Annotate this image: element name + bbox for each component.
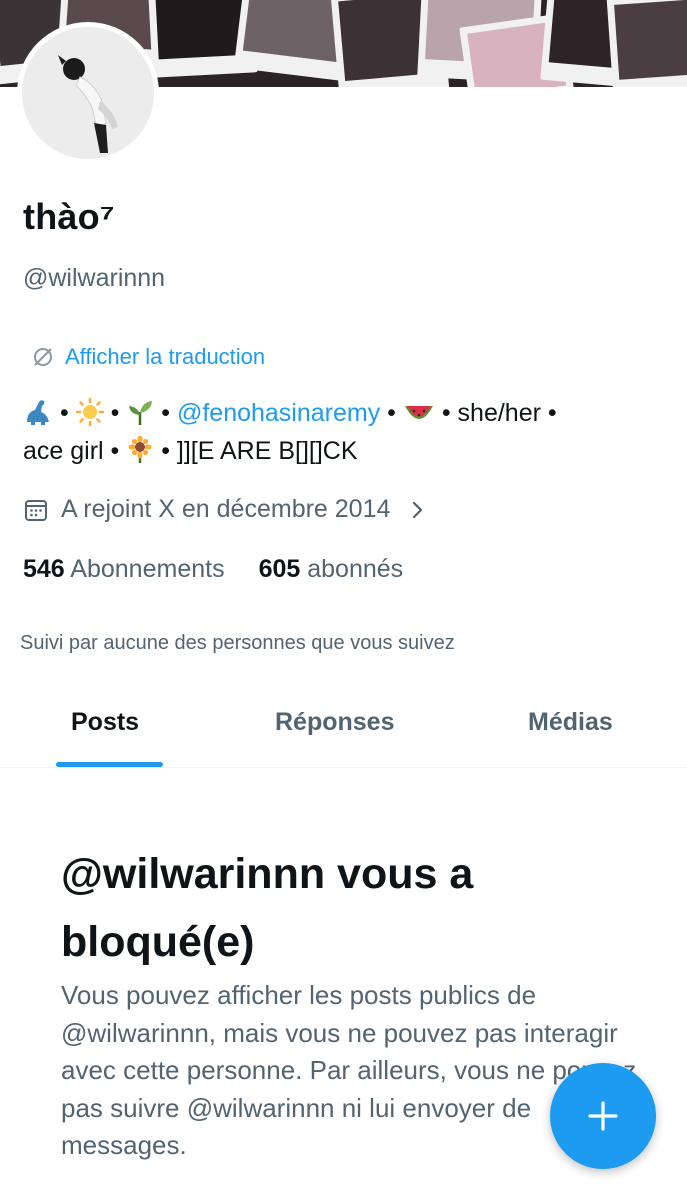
chevron-right-icon <box>413 501 423 518</box>
followers-link[interactable]: 605 abonnés <box>259 555 404 584</box>
translate-button[interactable]: Afficher la traduction <box>31 344 265 370</box>
calendar-icon <box>25 499 47 521</box>
bio-tail: ]][E ARE B[][]CK <box>176 437 358 465</box>
avatar[interactable] <box>17 22 159 164</box>
avatar-figure <box>22 27 154 159</box>
following-count: 546 <box>23 555 65 583</box>
following-link[interactable]: 546 Abonnements <box>23 555 225 584</box>
tab-posts[interactable]: Posts <box>71 708 139 737</box>
translate-icon <box>34 348 52 366</box>
blocked-title: @wilwarinnn vous a bloqué(e) <box>61 850 474 966</box>
follow-stats: 546 Abonnements 605 abonnés <box>23 555 403 584</box>
seedling-icon <box>129 401 153 425</box>
followed-by-text: Suivi par aucune des personnes que vous … <box>20 632 455 654</box>
bio: • • • @fenohasinaremy • • she/her • ace … <box>23 394 663 470</box>
compose-button[interactable] <box>550 1063 656 1169</box>
bio-pronouns: she/her <box>457 399 541 427</box>
bio-line-1: • • • @fenohasinaremy • • she/her • <box>23 394 663 432</box>
joined-date-row[interactable]: A rejoint X en décembre 2014 <box>23 495 428 524</box>
handle: @wilwarinnn <box>23 264 166 292</box>
bio-ace-girl: ace girl <box>23 437 104 465</box>
followers-label: abonnés <box>307 555 404 583</box>
profile-tabs: Posts Réponses Médias <box>0 690 687 768</box>
tab-media[interactable]: Médias <box>528 708 613 737</box>
watermelon-icon <box>404 406 433 419</box>
bio-mention[interactable]: @fenohasinaremy <box>177 399 380 427</box>
joined-date: A rejoint X en décembre 2014 <box>61 495 391 523</box>
plus-icon <box>588 1101 618 1131</box>
following-label: Abonnements <box>70 555 225 583</box>
translate-label: Afficher la traduction <box>65 344 266 369</box>
display-name: thào⁷ <box>23 196 115 237</box>
followers-count: 605 <box>258 555 301 583</box>
dinosaur-icon <box>27 400 49 425</box>
sunflower-icon <box>128 436 152 463</box>
bio-line-2: ace girl • • ]][E ARE B[][]CK <box>23 436 358 465</box>
active-tab-indicator <box>56 762 163 767</box>
tab-replies[interactable]: Réponses <box>275 708 394 737</box>
sun-icon <box>75 398 104 426</box>
